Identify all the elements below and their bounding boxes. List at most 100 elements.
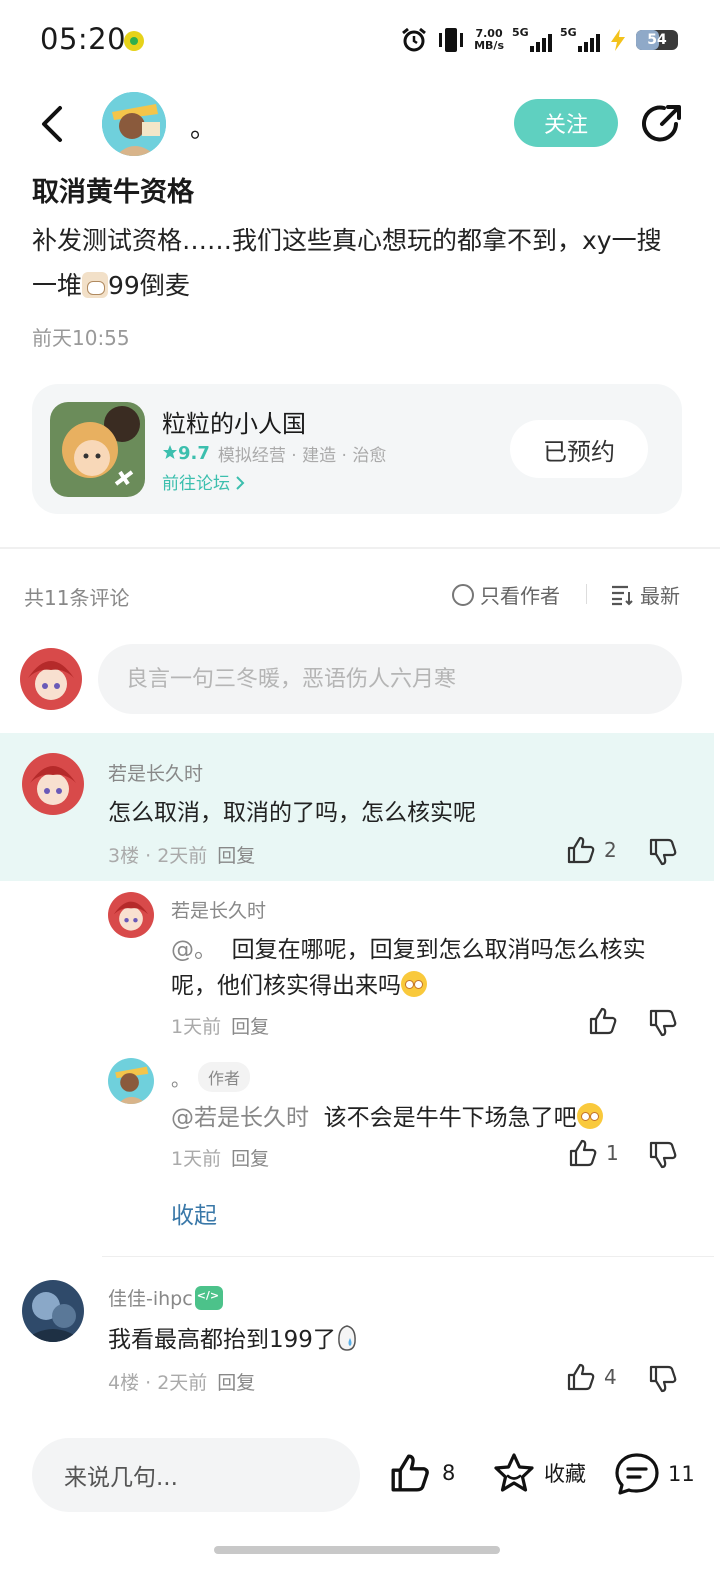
like-count: 2 bbox=[604, 838, 617, 862]
game-score-value: 9.7 bbox=[178, 443, 210, 464]
replier-name: 。作者 bbox=[171, 1062, 251, 1092]
reply-mention[interactable]: @若是长久时 bbox=[171, 1105, 309, 1131]
author-avatar[interactable] bbox=[102, 92, 166, 156]
reply-button[interactable]: 回复 bbox=[231, 1016, 269, 1038]
post-body-text-end: 99倒麦 bbox=[108, 271, 190, 300]
comment-divider bbox=[102, 1256, 714, 1257]
reply-text: @若是长久时 该不会是牛牛下场急了吧 bbox=[171, 1100, 671, 1136]
back-arrow-icon[interactable] bbox=[36, 104, 68, 144]
reply-time: 1天前 bbox=[171, 1148, 222, 1170]
share-icon[interactable] bbox=[640, 102, 684, 146]
charging-icon bbox=[611, 29, 625, 51]
comments-button[interactable]: 11 bbox=[614, 1452, 695, 1496]
commenter-avatar[interactable] bbox=[22, 753, 84, 815]
post-like-button[interactable]: 8 bbox=[388, 1452, 455, 1494]
thumbs-up-icon bbox=[589, 1007, 617, 1035]
reply-meta: 1天前 回复 bbox=[171, 1144, 269, 1171]
star-icon bbox=[163, 445, 177, 459]
smirk-emoji-icon bbox=[576, 1103, 603, 1129]
favorite-button[interactable]: 收藏 bbox=[492, 1452, 586, 1494]
post-title: 取消黄牛资格 bbox=[32, 177, 194, 208]
vibrate-icon bbox=[439, 28, 464, 52]
comment-meta: 4楼 · 2天前 回复 bbox=[108, 1368, 255, 1395]
my-avatar bbox=[20, 648, 82, 710]
game-card[interactable]: 粒粒的小人国 9.7 模拟经营 · 建造 · 治愈 前往论坛 已预约 bbox=[32, 384, 682, 514]
comment-floor-time: 4楼 · 2天前 bbox=[108, 1372, 208, 1394]
alarm-icon bbox=[402, 27, 427, 52]
bottom-comment-input[interactable]: 来说几句... bbox=[32, 1438, 360, 1512]
reserved-button[interactable]: 已预约 bbox=[510, 420, 648, 478]
thumbs-up-icon bbox=[569, 1139, 597, 1167]
thumbs-down-icon[interactable] bbox=[648, 837, 678, 867]
replier-name[interactable]: 若是长久时 bbox=[171, 896, 266, 923]
thumbs-down-icon[interactable] bbox=[648, 1140, 678, 1170]
post-like-count: 8 bbox=[442, 1461, 456, 1485]
game-tags: 模拟经营 · 建造 · 治愈 bbox=[217, 446, 387, 466]
favorite-label[interactable]: 收藏 bbox=[544, 1458, 586, 1488]
section-divider bbox=[0, 547, 720, 549]
comment-total: 11 bbox=[668, 1462, 695, 1486]
reply-text: @。 回复在哪呢，回复到怎么取消吗怎么核实呢，他们核实得出来吗 bbox=[171, 932, 671, 1004]
home-indicator bbox=[214, 1546, 500, 1554]
vertical-separator bbox=[586, 584, 587, 604]
thumbs-up-icon bbox=[567, 1363, 595, 1391]
reply-button[interactable]: 回复 bbox=[217, 845, 255, 867]
comment-floor-time: 3楼 · 2天前 bbox=[108, 845, 208, 867]
thumbs-down-icon[interactable] bbox=[648, 1008, 678, 1038]
forum-link-label[interactable]: 前往论坛 bbox=[162, 474, 230, 494]
reply-button[interactable]: 回复 bbox=[231, 1148, 269, 1170]
only-author-toggle[interactable]: 只看作者 bbox=[452, 580, 560, 609]
author-name[interactable]: 。 bbox=[190, 108, 216, 145]
signal-bars-icon bbox=[578, 34, 600, 52]
developer-badge-icon bbox=[194, 1286, 223, 1310]
status-time: 05:20 bbox=[40, 22, 127, 56]
collapse-replies-button[interactable]: 收起 bbox=[171, 1196, 217, 1230]
reply-button[interactable]: 回复 bbox=[217, 1372, 255, 1394]
sort-label[interactable]: 最新 bbox=[640, 580, 680, 609]
app-notification-icon bbox=[124, 31, 144, 51]
sort-toggle[interactable]: 最新 bbox=[610, 580, 680, 609]
replier-name-text[interactable]: 。 bbox=[171, 1069, 190, 1091]
game-meta: 9.7 模拟经营 · 建造 · 治愈 bbox=[162, 441, 386, 466]
signal-bars-icon bbox=[530, 34, 552, 52]
reply-mention[interactable]: @。 bbox=[171, 937, 217, 963]
commenter-name: 佳佳-ihpc bbox=[108, 1284, 223, 1311]
comment-input[interactable] bbox=[98, 644, 682, 714]
reply-text-body: 该不会是牛牛下场急了吧 bbox=[323, 1105, 577, 1131]
follow-button[interactable]: 关注 bbox=[514, 99, 618, 147]
commenter-name-text[interactable]: 佳佳-ihpc bbox=[108, 1288, 193, 1310]
replier-avatar[interactable] bbox=[108, 892, 154, 938]
comment-meta: 3楼 · 2天前 回复 bbox=[108, 841, 255, 868]
battery-level: 54 bbox=[647, 32, 667, 48]
comment-item: 若是长久时 怎么取消，取消的了吗，怎么核实呢 3楼 · 2天前 回复 2 bbox=[0, 733, 720, 881]
forum-link[interactable]: 前往论坛 bbox=[162, 469, 245, 494]
comment-text: 怎么取消，取消的了吗，怎么核实呢 bbox=[108, 800, 476, 826]
like-button[interactable]: 1 bbox=[568, 1138, 619, 1168]
replier-avatar[interactable] bbox=[108, 1058, 154, 1104]
like-button[interactable]: 4 bbox=[566, 1362, 617, 1392]
status-bar: 05:20 7.00 MB/s 5G 5G 54 bbox=[0, 0, 720, 80]
chevron-right-icon bbox=[236, 476, 245, 490]
like-button[interactable] bbox=[588, 1006, 618, 1036]
comments-header: 共11条评论 只看作者 最新 bbox=[0, 578, 720, 612]
signal-2: 5G bbox=[560, 26, 600, 54]
post-body: 补发测试资格……我们这些真心想玩的都拿不到，xy一搜一堆 99倒麦 bbox=[32, 218, 682, 308]
only-author-label[interactable]: 只看作者 bbox=[480, 580, 560, 609]
radio-circle-icon bbox=[452, 583, 474, 606]
signal-1: 5G bbox=[512, 26, 552, 54]
battery-indicator: 54 bbox=[636, 30, 678, 50]
comment-bubble-icon bbox=[615, 1453, 659, 1495]
crying-emoji-icon bbox=[338, 1325, 356, 1351]
comment-item: 佳佳-ihpc 我看最高都抬到199了 4楼 · 2天前回复 4 bbox=[0, 1272, 720, 1412]
network-speed: 7.00 MB/s bbox=[474, 28, 504, 52]
game-name[interactable]: 粒粒的小人国 bbox=[162, 404, 306, 439]
like-count: 4 bbox=[604, 1365, 617, 1389]
network-type-2: 5G bbox=[560, 26, 577, 39]
game-icon[interactable] bbox=[50, 402, 145, 497]
bottom-action-bar: 来说几句... 8 收藏 11 bbox=[0, 1418, 720, 1584]
comment-count: 共11条评论 bbox=[24, 586, 130, 610]
like-button[interactable]: 2 bbox=[566, 835, 617, 865]
commenter-avatar[interactable] bbox=[22, 1280, 84, 1342]
thumbs-down-icon[interactable] bbox=[648, 1364, 678, 1394]
commenter-name[interactable]: 若是长久时 bbox=[108, 759, 203, 786]
